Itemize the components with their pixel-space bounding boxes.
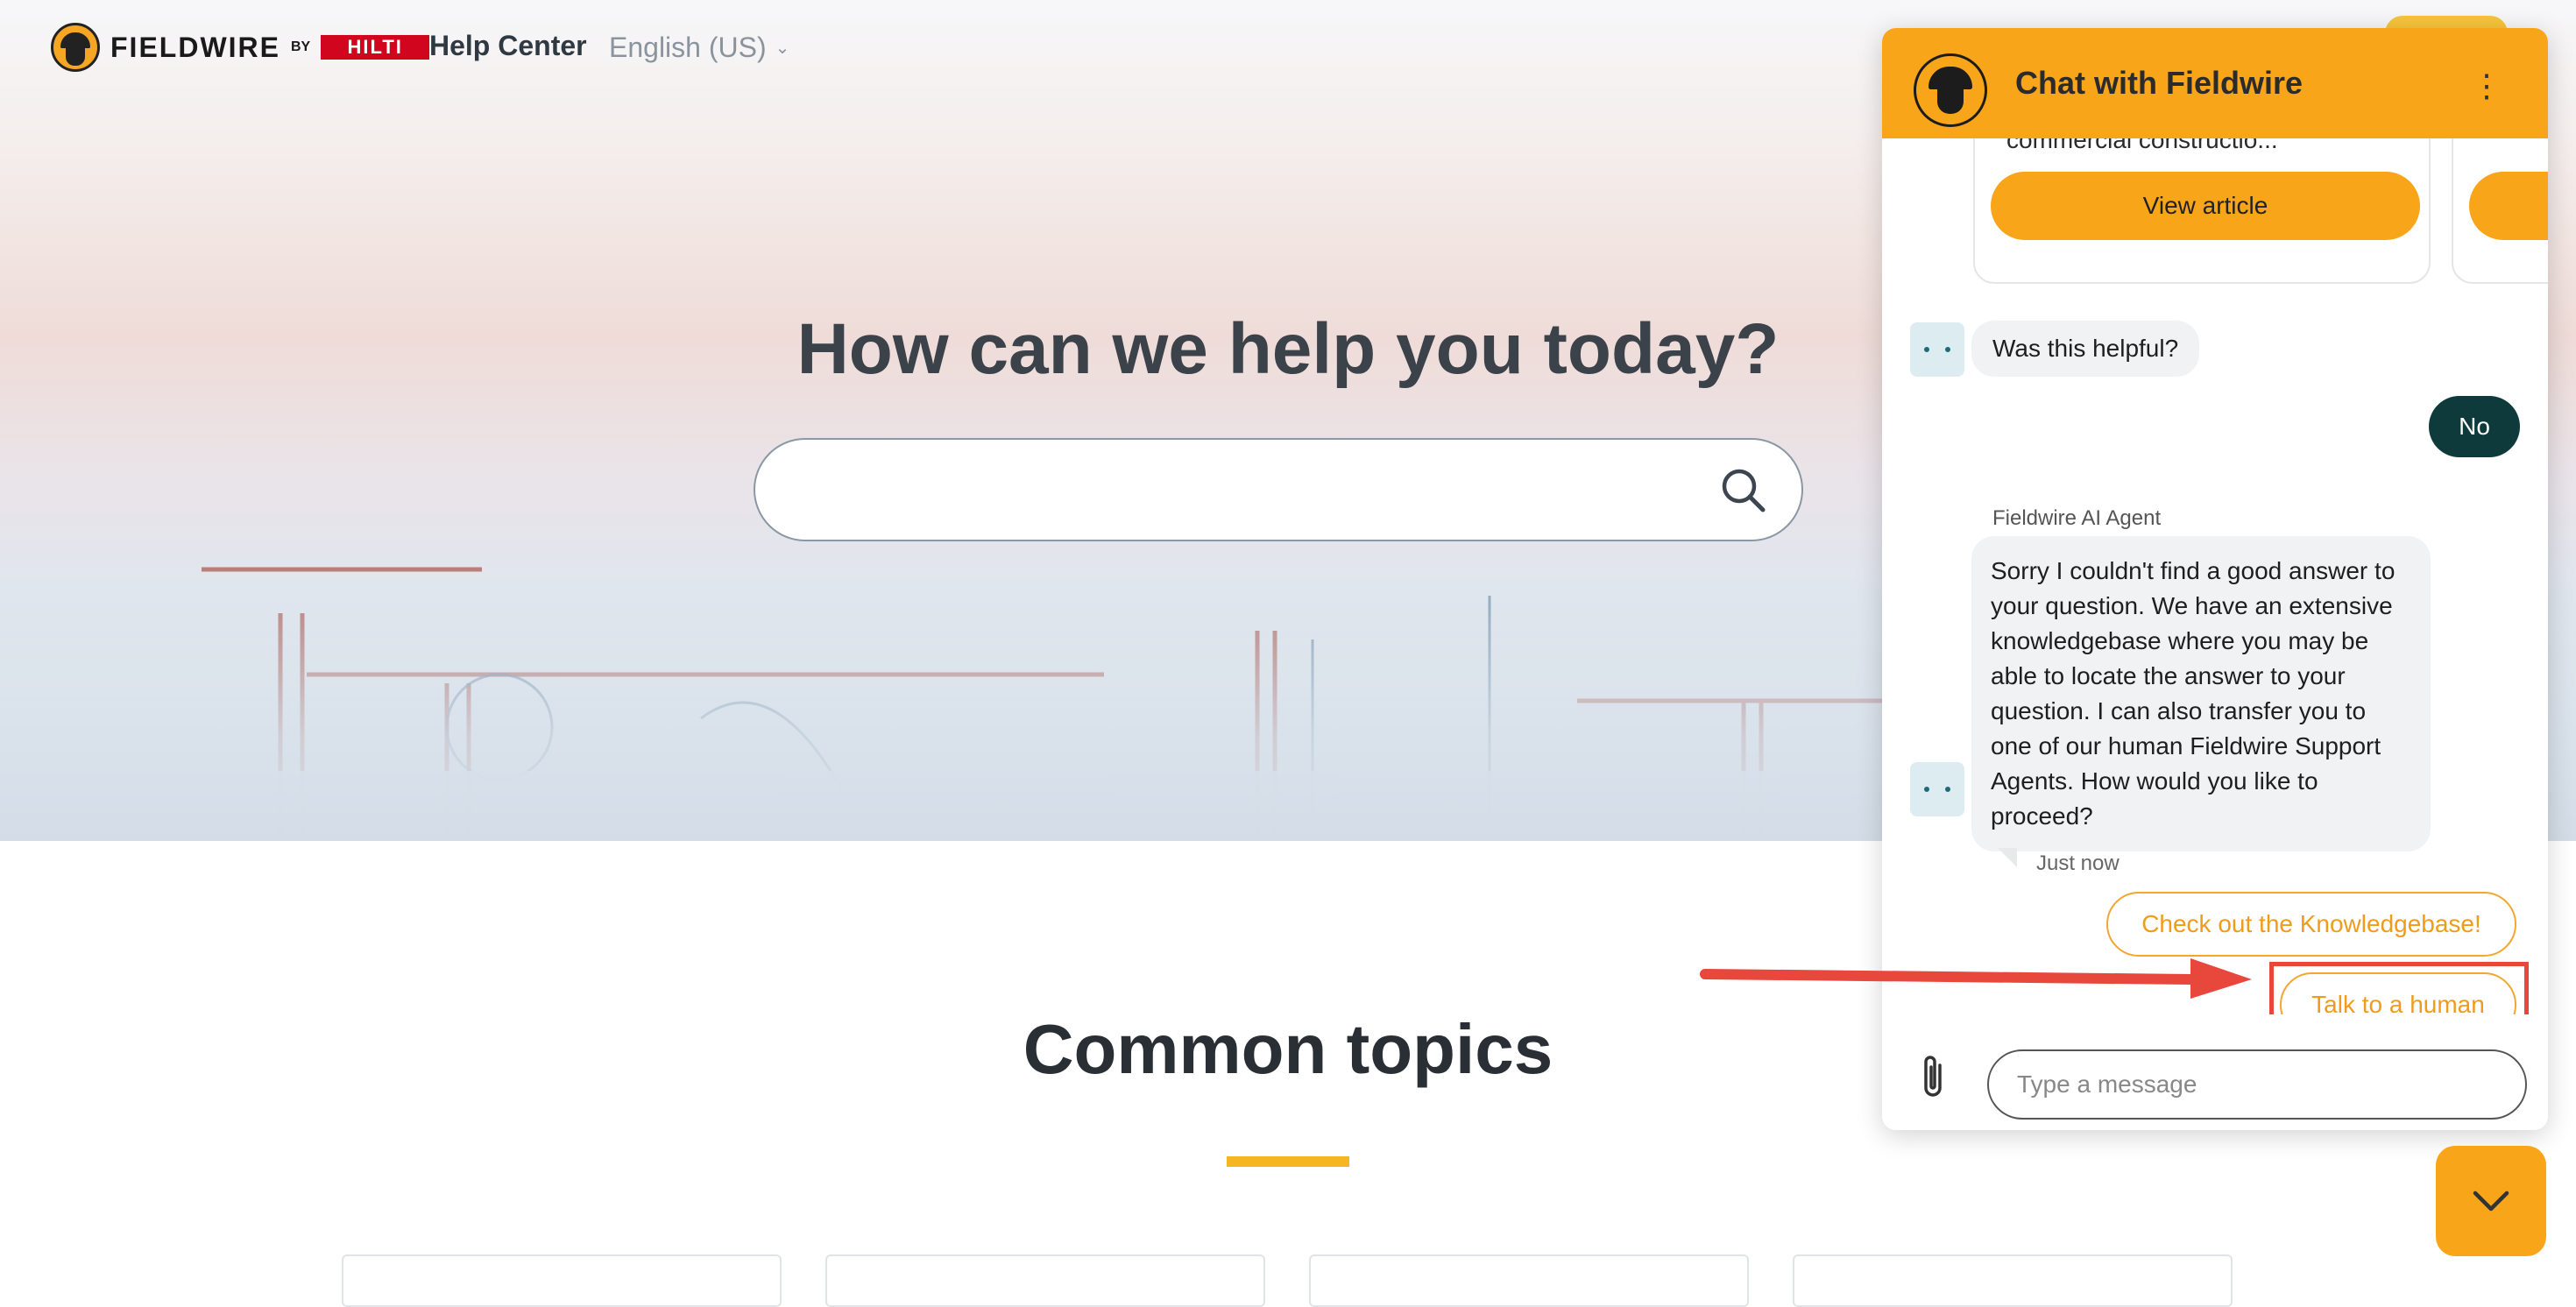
view-article-button[interactable]: [2469, 172, 2548, 240]
chevron-down-icon: [2473, 1190, 2509, 1212]
chat-title: Chat with Fieldwire: [2015, 65, 2304, 101]
bot-avatar-icon: [1910, 322, 1964, 377]
user-message: No: [2429, 396, 2520, 457]
topic-card[interactable]: [825, 1254, 1265, 1307]
article-card: [2452, 138, 2548, 284]
collapse-chat-button[interactable]: [2436, 1146, 2546, 1256]
article-card: commercial constructio... View article: [1973, 138, 2431, 284]
fieldwire-avatar-icon: [1914, 53, 1987, 127]
more-options-icon[interactable]: ⋮: [2471, 70, 2502, 102]
agent-name: Fieldwire AI Agent: [1992, 506, 2162, 530]
bot-avatar-icon: [1910, 762, 1964, 816]
chat-header: Chat with Fieldwire ⋮: [1882, 28, 2548, 138]
topic-card[interactable]: [342, 1254, 782, 1307]
highlight-box: [2269, 962, 2529, 1014]
article-snippet: commercial constructio...: [2006, 138, 2278, 153]
knowledgebase-quick-reply[interactable]: Check out the Knowledgebase!: [2106, 892, 2516, 957]
logo-by: BY: [290, 39, 311, 54]
hilti-logo: HILTI: [321, 35, 430, 60]
section-underline: [1227, 1156, 1349, 1167]
language-selector[interactable]: English (US) ⌄: [609, 32, 789, 64]
search-input[interactable]: [754, 438, 1803, 541]
language-label: English (US): [609, 32, 767, 63]
topic-card[interactable]: [1309, 1254, 1749, 1307]
message-tail: [1998, 848, 2017, 867]
chat-footer: Type a message: [1882, 1027, 2548, 1130]
chevron-down-icon: ⌄: [775, 39, 790, 58]
chat-messages[interactable]: commercial constructio... View article W…: [1882, 138, 2548, 1014]
bot-message: Was this helpful?: [1971, 321, 2200, 377]
message-input[interactable]: Type a message: [1987, 1049, 2527, 1120]
fieldwire-logo[interactable]: FIELDWIRE BY HILTI: [51, 23, 430, 72]
paperclip-icon[interactable]: [1917, 1053, 1949, 1100]
annotation-arrow: [1700, 958, 2252, 999]
logo-wordmark: FIELDWIRE: [110, 31, 280, 63]
topic-card[interactable]: [1793, 1254, 2233, 1307]
bot-message: Sorry I couldn't find a good answer to y…: [1971, 536, 2431, 851]
help-center-link[interactable]: Help Center: [429, 30, 587, 62]
message-timestamp: Just now: [2036, 851, 2120, 875]
search-icon[interactable]: [1719, 466, 1768, 515]
fieldwire-logo-icon: [51, 23, 100, 72]
view-article-button[interactable]: View article: [1991, 172, 2420, 240]
